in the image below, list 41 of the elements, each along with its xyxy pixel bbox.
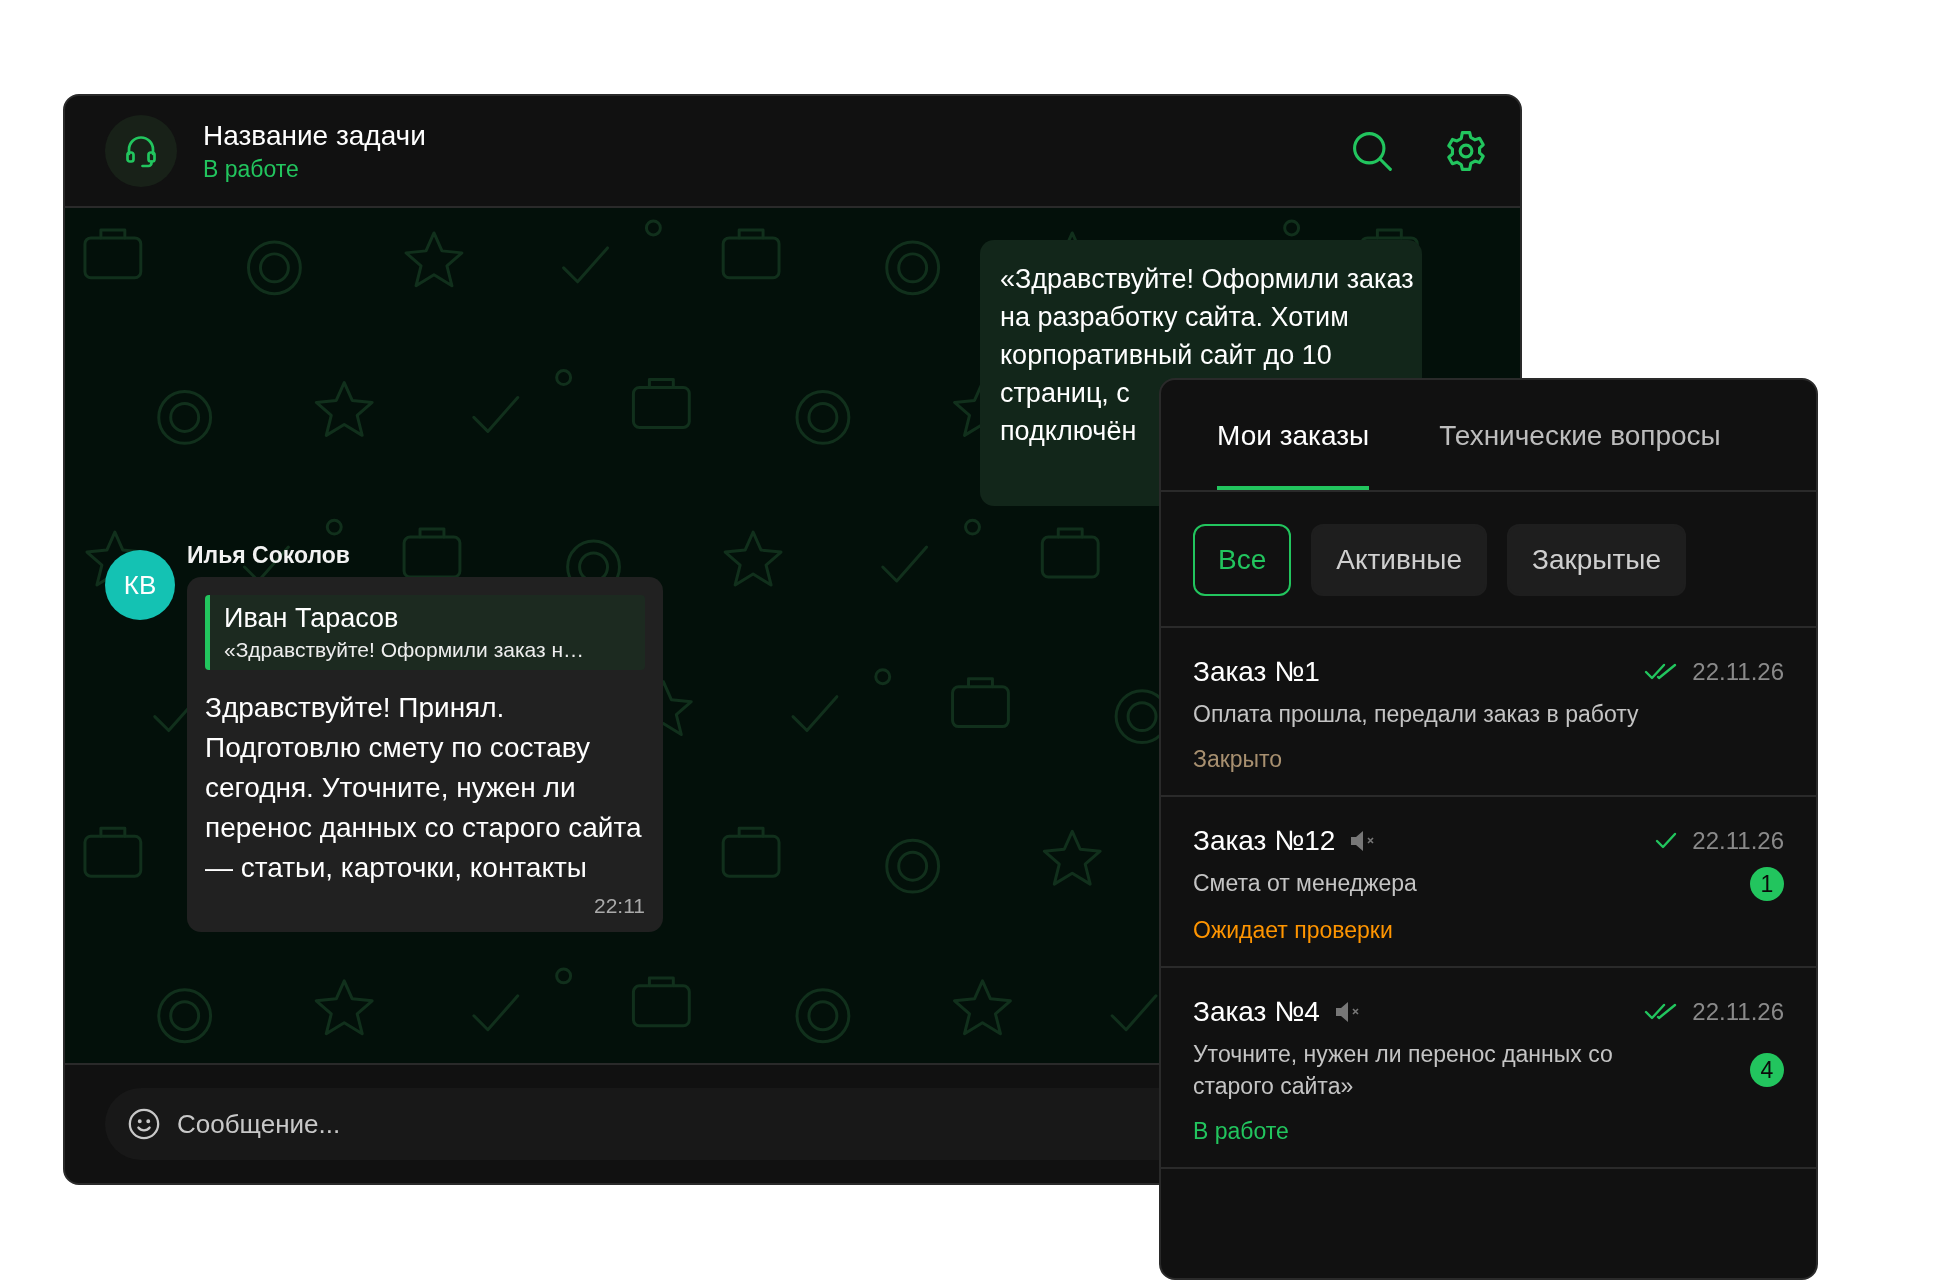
message-time: 22:11 [594,894,645,918]
order-date: 22.11.26 [1692,658,1784,686]
quoted-message[interactable]: Иван Тарасов «Здравствуйте! Оформили заказ н… [205,595,645,670]
order-item[interactable]: Заказ №4 22.11.26 Уточните, нужен ли перенос данных со старого сайта» 4 В работе [1161,968,1816,1169]
message-text: Здравствуйте! Принял. Подготовлю смету по составу сегодня. Уточните, нужен ли перенос данных со старого сайта — статьи, карточки, контакты [205,691,643,885]
filter-chip[interactable]: Закрытые [1507,524,1686,596]
unread-count: 4 [1750,1053,1784,1087]
message-text-line: страниц, с [1000,377,1130,410]
order-date: 22.11.26 [1692,998,1784,1026]
order-status: В работе [1193,1118,1290,1145]
order-status: Закрыто [1193,746,1284,773]
order-title: Заказ №1 [1193,656,1320,688]
message-input[interactable]: Сообщение... [177,1104,1161,1144]
order-preview: Смета от менеджера [1193,869,1418,898]
message-text-line: подключён [1000,415,1137,448]
order-item[interactable]: Заказ №1 22.11.26 Оплата прошла, передали заказ в работу Закрыто [1161,628,1816,797]
author-name: Илья Соколов [187,542,351,569]
chat-title: Название задачи [203,119,427,152]
tab[interactable]: Мои заказы [1217,380,1370,490]
message-field[interactable]: Сообщение... [105,1088,1161,1160]
order-title: Заказ №4 [1193,996,1320,1028]
order-preview: Уточните, нужен ли перенос данных со старого сайта» [1193,1040,1614,1101]
quoted-text: «Здравствуйте! Оформили заказ н… [224,638,586,662]
quoted-author: Иван Тарасов [224,603,400,634]
filter-chip[interactable]: Все [1193,524,1292,596]
tab[interactable]: Технические вопросы [1439,380,1721,490]
chat-status: В работе [203,155,300,183]
search-icon[interactable] [1350,129,1394,173]
message-text-line: на разработку сайта. Хотим [1000,301,1349,334]
unread-count: 1 [1750,867,1784,901]
emoji-icon[interactable] [127,1107,161,1141]
message-text-line: «Здравствуйте! Оформили заказ [1000,263,1414,296]
order-status: Ожидает проверки [1193,917,1394,944]
settings-icon[interactable] [1444,129,1488,173]
message-text-line: корпоративный сайт до 10 [1000,339,1332,372]
order-date: 22.11.26 [1692,827,1784,855]
order-preview: Оплата прошла, передали заказ в работу [1193,700,1640,729]
filter-chip[interactable]: Активные [1311,524,1487,596]
order-item[interactable]: Заказ №12 22.11.26 Смета от менеджера 1 Ожидает проверки [1161,797,1816,968]
avatar: КВ [105,550,175,620]
order-title: Заказ №12 [1193,825,1336,857]
